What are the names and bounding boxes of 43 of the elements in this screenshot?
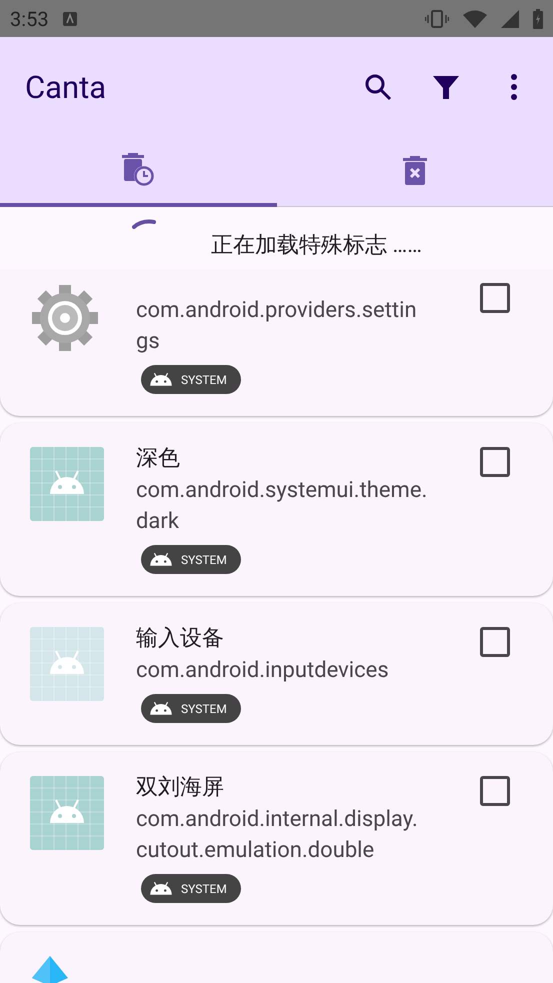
- badge-label: SYSTEM: [181, 702, 227, 716]
- app-card[interactable]: 双刘海屏 com.android.internal.display.cutout.emulation.double SYSTEM: [0, 752, 553, 925]
- app-card[interactable]: 输入设备 com.android.inputdevices SYSTEM: [0, 603, 553, 745]
- android-icon: [149, 552, 173, 567]
- package-name: com.android.systemui.theme.dark: [136, 477, 428, 536]
- filter-icon: [433, 74, 459, 100]
- loading-spinner-icon: [132, 219, 156, 229]
- keyboard-notification-icon: [62, 12, 77, 26]
- app-name: 深色: [136, 445, 180, 473]
- android-app-icon: [30, 776, 104, 850]
- signal-icon: [501, 10, 519, 28]
- vibrate-icon: [425, 10, 449, 28]
- android-app-icon: [30, 447, 104, 521]
- badge-label: SYSTEM: [181, 372, 227, 386]
- checkbox[interactable]: [480, 627, 510, 657]
- package-name: com.android.internal.display.cutout.emulation.double: [136, 806, 419, 865]
- package-name: com.android.inputdevices: [136, 657, 390, 685]
- battery-icon: [533, 8, 543, 28]
- more-icon: [510, 74, 518, 100]
- app-name: 输入设备: [136, 625, 224, 653]
- checkbox[interactable]: [480, 283, 510, 313]
- app-name: 双刘海屏: [136, 774, 224, 802]
- gear-icon: [30, 283, 100, 353]
- trash-clock-icon: [120, 152, 156, 188]
- checkbox[interactable]: [480, 776, 510, 806]
- badge-label: SYSTEM: [181, 552, 227, 566]
- search-button[interactable]: [363, 72, 393, 102]
- android-icon: [149, 701, 173, 716]
- trash-x-icon: [402, 155, 427, 185]
- checkbox[interactable]: [480, 447, 510, 477]
- app-card[interactable]: 深色 com.android.systemui.theme.dark SYSTEM: [0, 423, 553, 596]
- android-icon: [149, 881, 173, 896]
- android-icon: [149, 372, 173, 387]
- android-app-icon: [30, 627, 104, 701]
- status-time: 3:53: [10, 6, 49, 30]
- app-title: Canta: [25, 68, 108, 106]
- gem-icon: [30, 956, 70, 983]
- loading-message: 正在加载特殊标志 ……: [211, 232, 422, 260]
- badge-label: SYSTEM: [181, 882, 227, 896]
- package-name: com.android.providers.settings: [136, 297, 418, 356]
- search-icon: [364, 73, 392, 101]
- app-card[interactable]: com.android.providers.settings SYSTEM: [0, 269, 553, 416]
- wifi-icon: [463, 10, 487, 28]
